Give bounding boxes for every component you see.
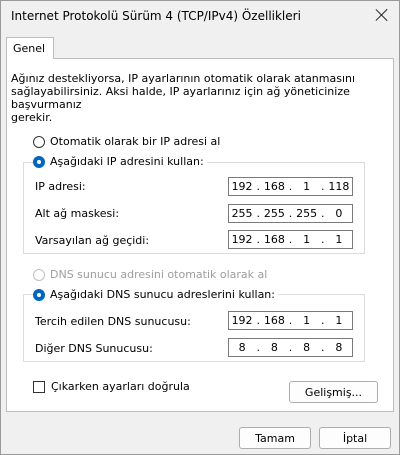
- dns-manual-option[interactable]: Aşağıdaki DNS sunucu adreslerini kullan:: [33, 288, 278, 301]
- ip-auto-radio[interactable]: [33, 135, 45, 148]
- title-bar: Internet Protokolü Sürüm 4 (TCP/IPv4) Öz…: [1, 1, 399, 31]
- tab-general-label: Genel: [13, 42, 46, 55]
- octet: 8: [270, 341, 278, 354]
- dns-auto-radio[interactable]: [33, 268, 45, 281]
- octet: 1: [335, 233, 343, 246]
- octet: 1: [335, 314, 343, 327]
- cancel-button-label: İptal: [342, 431, 368, 445]
- dns-auto-label: DNS sunucu adresini otomatik olarak al: [50, 268, 268, 281]
- octet: 192: [231, 314, 253, 327]
- window-title: Internet Protokolü Sürüm 4 (TCP/IPv4) Öz…: [11, 9, 301, 23]
- dns-auto-option[interactable]: DNS sunucu adresini otomatik olarak al: [33, 268, 267, 281]
- validate-checkbox[interactable]: [33, 380, 45, 393]
- cancel-button[interactable]: İptal: [319, 427, 391, 449]
- preferred-dns-input[interactable]: 192. 168. 1. 1: [228, 311, 353, 330]
- ip-auto-label: Otomatik olarak bir IP adresi al: [50, 135, 221, 148]
- ip-auto-option[interactable]: Otomatik olarak bir IP adresi al: [33, 135, 220, 148]
- ip-manual-radio[interactable]: [33, 155, 45, 168]
- advanced-button-label: Gelişmiş...: [304, 385, 363, 399]
- octet: 192: [231, 233, 253, 246]
- octet: 168: [263, 180, 285, 193]
- octet: 0: [335, 207, 343, 220]
- alternate-dns-input[interactable]: 8. 8. 8. 8: [228, 338, 353, 357]
- preferred-dns-label: Tercih edilen DNS sunucusu:: [35, 315, 191, 328]
- validate-label: Çıkarken ayarları doğrula: [51, 380, 190, 393]
- default-gateway-label: Varsayılan ağ geçidi:: [35, 234, 150, 247]
- octet: 1: [303, 180, 311, 193]
- ip-manual-label: Aşağıdaki IP adresini kullan:: [50, 155, 204, 168]
- subnet-mask-label: Alt ağ maskesi:: [35, 207, 120, 220]
- ok-button-label: Tamam: [255, 431, 295, 445]
- advanced-button[interactable]: Gelişmiş...: [289, 381, 378, 403]
- alternate-dns-label: Diğer DNS Sunucusu:: [35, 342, 153, 355]
- octet: 8: [303, 341, 311, 354]
- close-icon[interactable]: [375, 8, 389, 22]
- default-gateway-input[interactable]: 192. 168. 1. 1: [228, 230, 353, 249]
- ip-address-input[interactable]: 192. 168. 1. 118: [228, 177, 353, 196]
- ip-manual-option[interactable]: Aşağıdaki IP adresini kullan:: [33, 155, 207, 168]
- octet: 118: [328, 180, 350, 193]
- octet: 255: [231, 207, 253, 220]
- subnet-mask-input[interactable]: 255. 255. 255. 0: [228, 204, 353, 223]
- octet: 192: [231, 180, 253, 193]
- tab-general[interactable]: Genel: [6, 37, 54, 59]
- octet: 8: [238, 341, 246, 354]
- ip-address-label: IP adresi:: [35, 180, 86, 193]
- dns-manual-radio[interactable]: [33, 288, 45, 301]
- octet: 255: [263, 207, 285, 220]
- octet: 168: [263, 233, 285, 246]
- octet: 168: [263, 314, 285, 327]
- octet: 1: [303, 233, 311, 246]
- octet: 255: [296, 207, 318, 220]
- description-text: Ağınız destekliyorsa, IP ayarlarının oto…: [11, 72, 356, 124]
- ok-button[interactable]: Tamam: [239, 427, 311, 449]
- octet: 8: [335, 341, 343, 354]
- dialog-window: Internet Protokolü Sürüm 4 (TCP/IPv4) Öz…: [0, 0, 400, 455]
- validate-option[interactable]: Çıkarken ayarları doğrula: [33, 380, 190, 393]
- octet: 1: [303, 314, 311, 327]
- dns-manual-label: Aşağıdaki DNS sunucu adreslerini kullan:: [50, 288, 275, 301]
